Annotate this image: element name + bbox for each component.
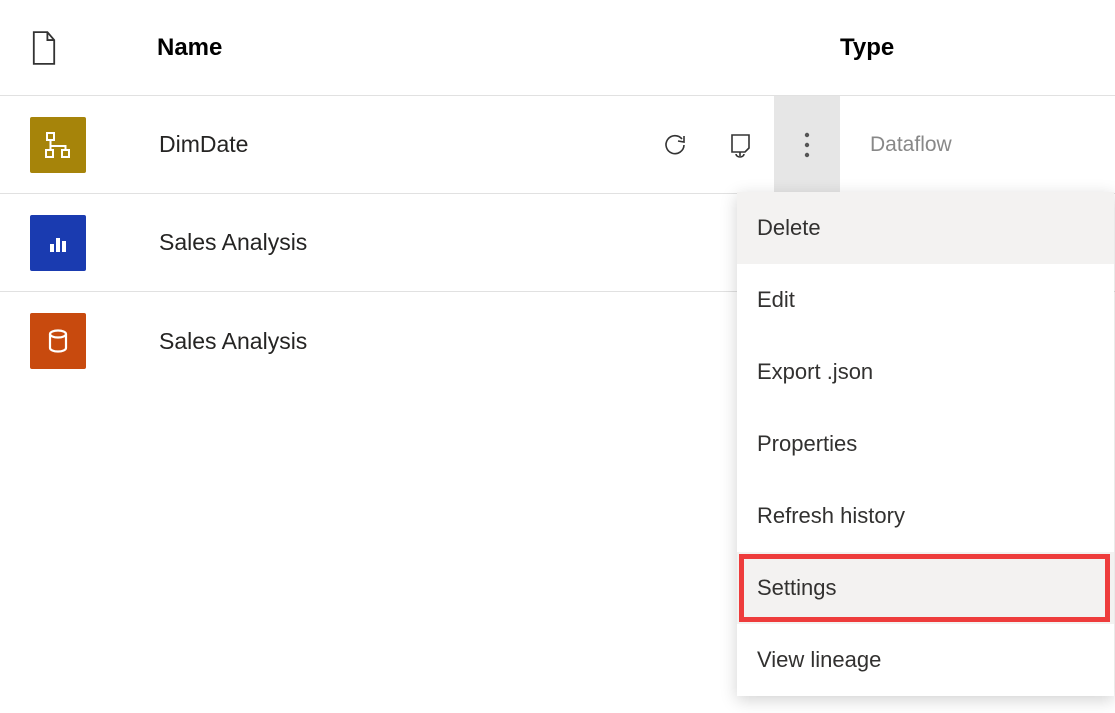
menu-item-settings[interactable]: Settings — [737, 552, 1114, 624]
menu-item-properties[interactable]: Properties — [737, 408, 1114, 480]
menu-item-refresh-history[interactable]: Refresh history — [737, 480, 1114, 552]
item-name[interactable]: Sales Analysis — [86, 328, 840, 355]
context-menu: Delete Edit Export .json Properties Refr… — [737, 192, 1114, 696]
file-icon — [30, 31, 82, 65]
schedule-refresh-button[interactable] — [708, 96, 774, 194]
table-row[interactable]: DimDate Dataf — [0, 96, 1115, 194]
item-name[interactable]: DimDate — [86, 131, 642, 158]
menu-item-delete[interactable]: Delete — [737, 192, 1114, 264]
more-options-button[interactable] — [774, 96, 840, 194]
report-icon — [30, 215, 86, 271]
menu-item-export-json[interactable]: Export .json — [737, 336, 1114, 408]
item-name[interactable]: Sales Analysis — [86, 229, 840, 256]
menu-item-view-lineage[interactable]: View lineage — [737, 624, 1114, 696]
dataflow-icon — [30, 117, 86, 173]
menu-item-edit[interactable]: Edit — [737, 264, 1114, 336]
refresh-now-button[interactable] — [642, 96, 708, 194]
dataset-icon — [30, 313, 86, 369]
column-header-name[interactable]: Name — [82, 34, 840, 62]
table-header-row: Name Type — [0, 0, 1115, 96]
item-type: Dataflow — [840, 133, 1115, 157]
row-actions — [642, 96, 840, 194]
column-header-type[interactable]: Type — [840, 34, 1115, 62]
